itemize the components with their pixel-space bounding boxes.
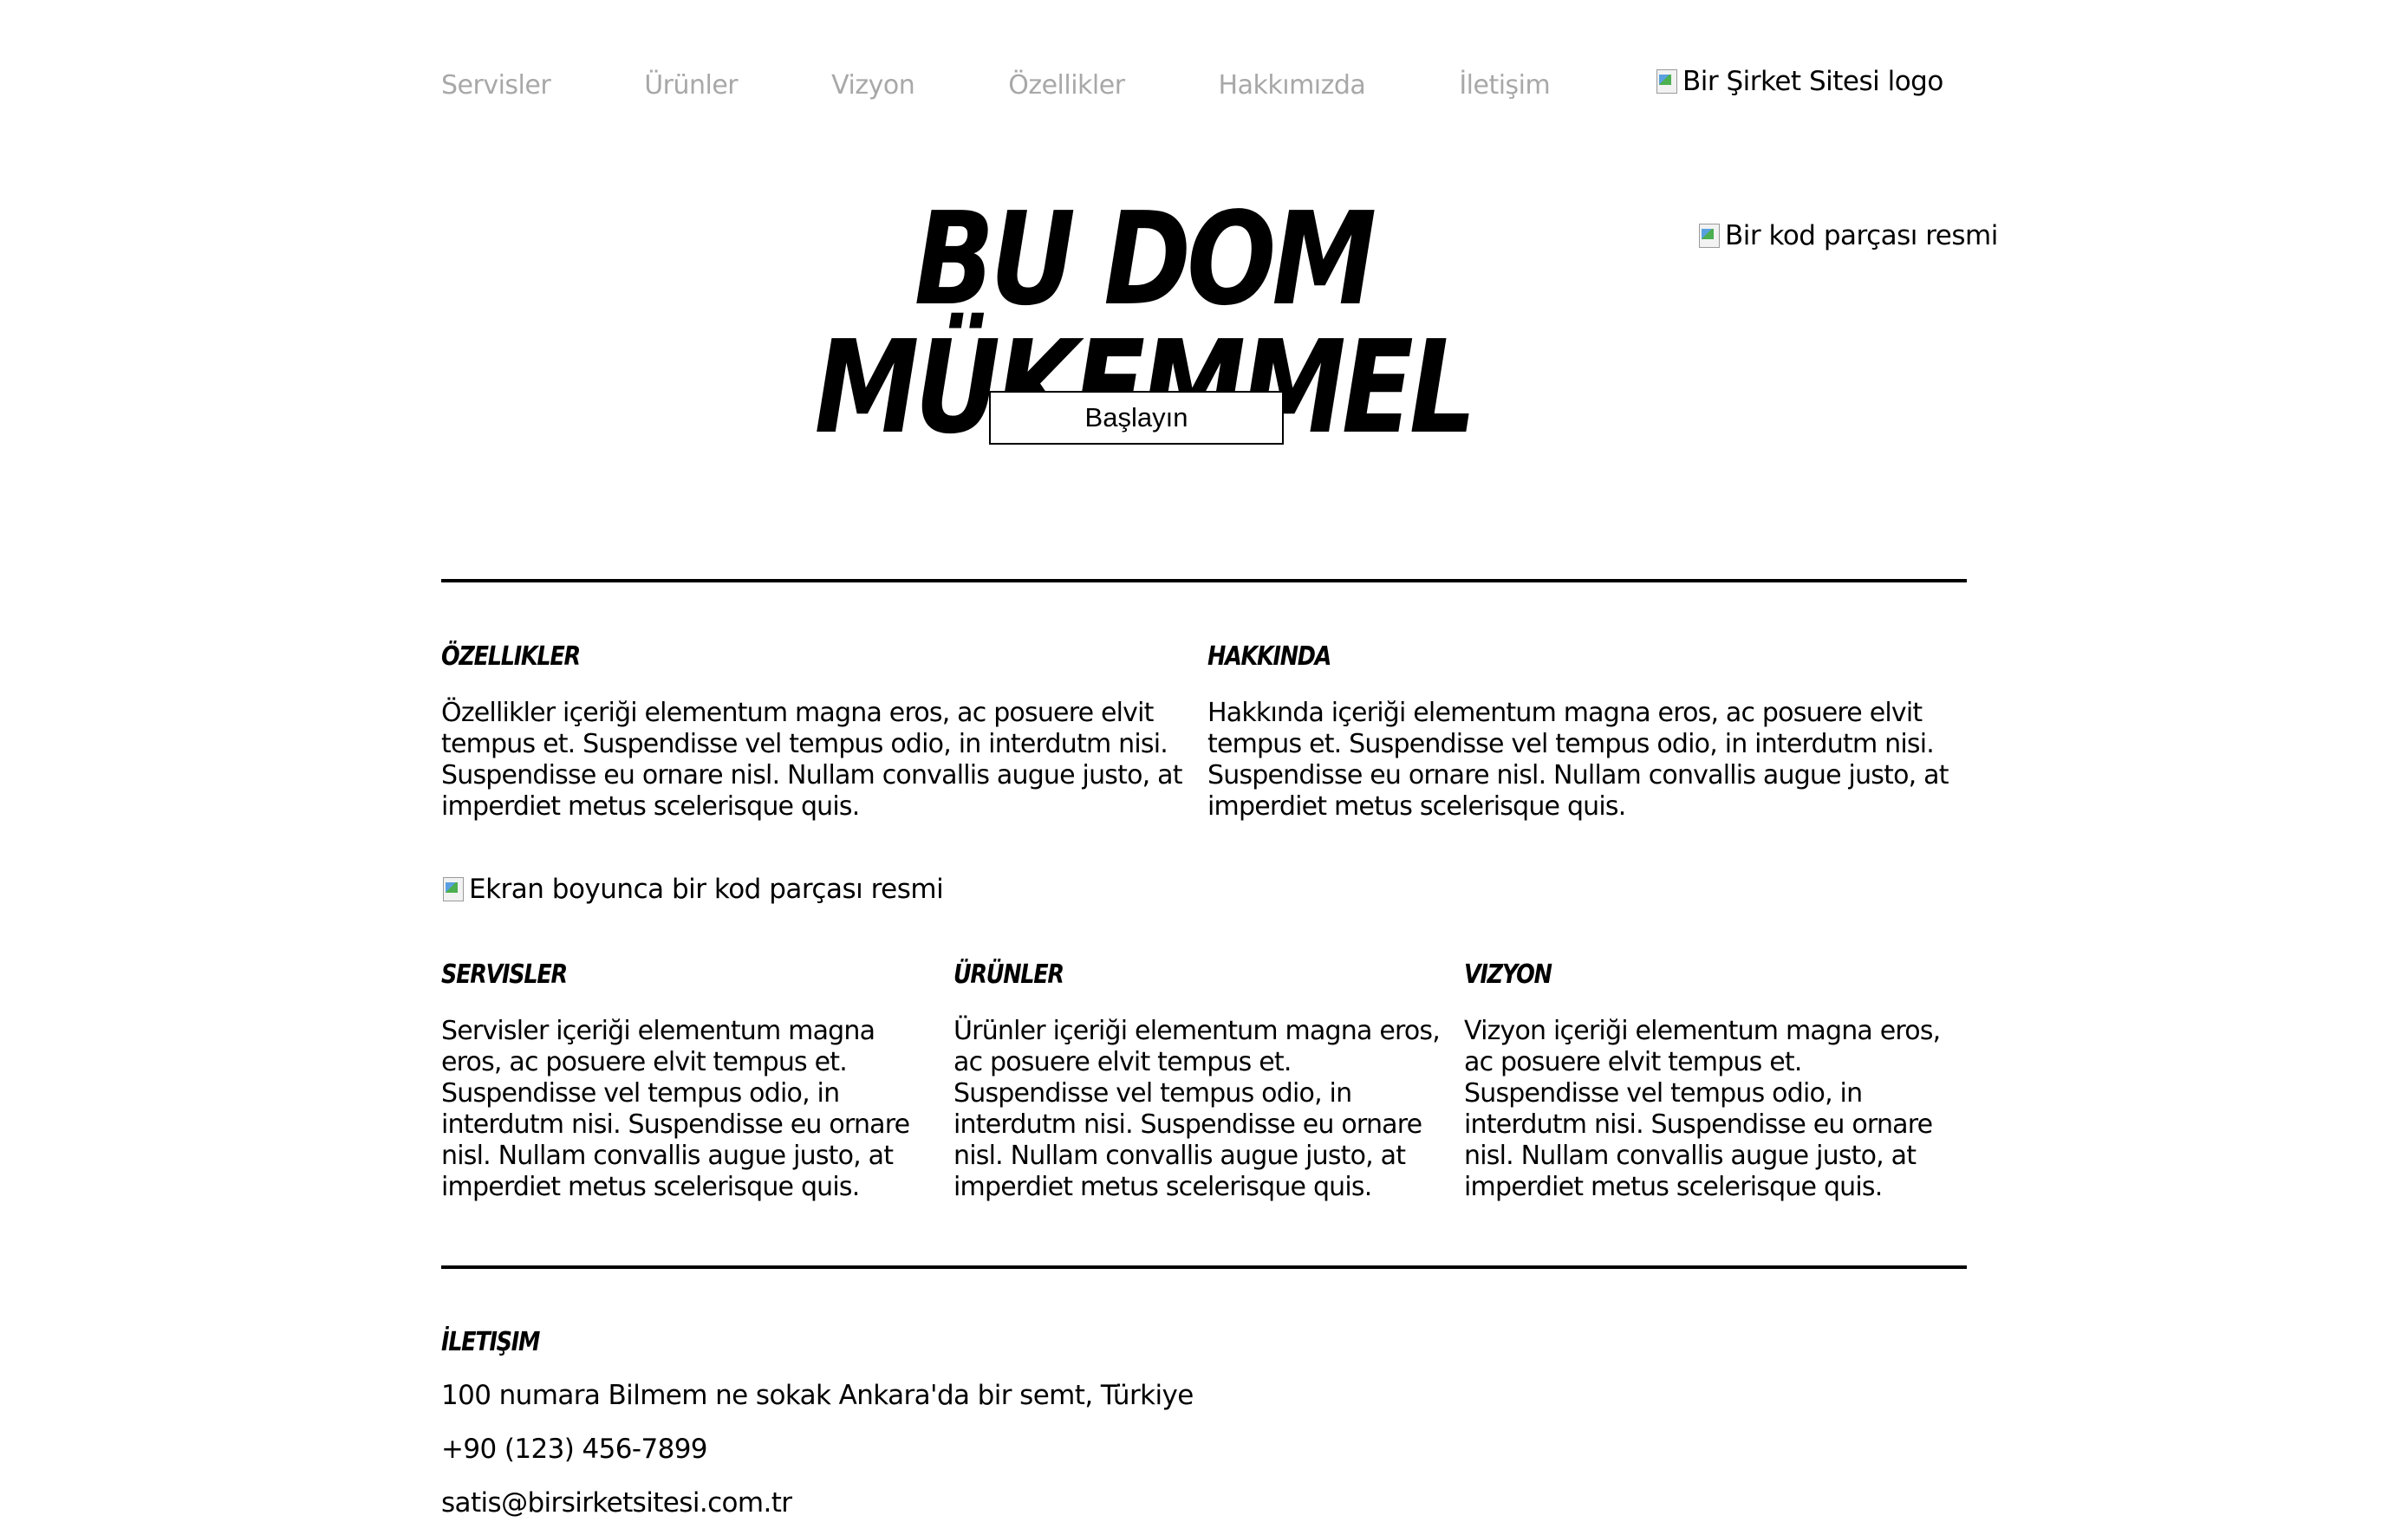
services-text: Servisler içeriği elementum magna eros, …: [441, 1016, 910, 1202]
broken-image-icon: [441, 875, 465, 903]
nav-item-hakkimizda[interactable]: Hakkımızda: [1219, 70, 1366, 101]
vision-heading: VIZYON: [1464, 959, 1552, 990]
contact-phone[interactable]: +90 (123) 456-7899: [441, 1434, 708, 1465]
features-heading: ÖZELLIKLER: [441, 641, 581, 672]
main-nav: Servisler Ürünler Vizyon Özellikler Hakk…: [441, 64, 1551, 106]
wide-image-alt-text: Ekran boyunca bir kod parçası resmi: [469, 874, 944, 905]
nav-item-servisler[interactable]: Servisler: [441, 70, 551, 101]
vision-text: Vizyon içeriği elementum magna eros, ac …: [1464, 1016, 1941, 1202]
contact-heading: İLETIŞIM: [441, 1327, 540, 1357]
about-text: Hakkında içeriği elementum magna eros, a…: [1207, 698, 1949, 822]
section-divider: [441, 579, 1967, 582]
wide-code-image: Ekran boyunca bir kod parçası resmi: [441, 874, 944, 905]
services-heading: SERVISLER: [441, 959, 568, 990]
features-text: Özellikler içeriği elementum magna eros,…: [441, 698, 1182, 822]
start-button[interactable]: Başlayın: [989, 391, 1284, 445]
contact-address: 100 numara Bilmem ne sokak Ankara'da bir…: [441, 1380, 1194, 1411]
hero-image-alt-text: Bir kod parçası resmi: [1725, 220, 1998, 251]
broken-image-icon: [1697, 222, 1721, 250]
nav-item-ozellikler[interactable]: Özellikler: [1008, 70, 1125, 101]
contact-email[interactable]: satis@birsirketsitesi.com.tr: [441, 1487, 792, 1519]
products-text: Ürünler içeriği elementum magna eros, ac…: [953, 1016, 1441, 1202]
broken-image-icon: [1655, 68, 1679, 95]
logo-alt-text: Bir Şirket Sitesi logo: [1682, 66, 1943, 97]
nav-item-iletisim[interactable]: İletişim: [1459, 70, 1550, 101]
company-logo[interactable]: Bir Şirket Sitesi logo: [1655, 66, 1943, 97]
hero-code-image: Bir kod parçası resmi: [1697, 220, 1998, 251]
products-heading: ÜRÜNLER: [953, 959, 1064, 990]
section-divider: [441, 1265, 1967, 1269]
nav-item-urunler[interactable]: Ürünler: [644, 70, 738, 101]
about-heading: HAKKINDA: [1207, 641, 1331, 672]
nav-item-vizyon[interactable]: Vizyon: [831, 70, 915, 101]
